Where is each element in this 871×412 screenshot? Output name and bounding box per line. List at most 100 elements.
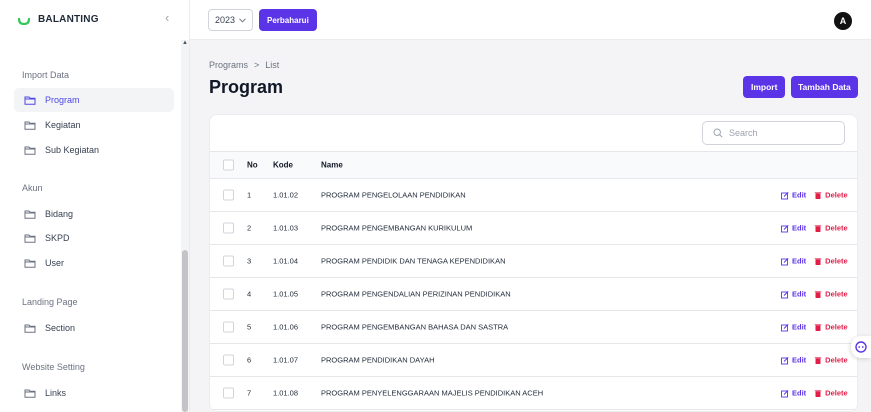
edit-icon [781, 257, 789, 265]
row-checkbox[interactable] [223, 222, 234, 234]
brand-name: BALANTING [38, 13, 99, 25]
delete-button[interactable]: Delete [814, 257, 848, 266]
delete-button[interactable]: Delete [814, 323, 848, 332]
sidebar-item-label: Links [45, 388, 67, 398]
sidebar-section-title: Import Data [22, 70, 70, 80]
page-title: Program [209, 77, 284, 97]
row-actions: Edit Delete [781, 356, 848, 365]
folder-icon [24, 210, 36, 219]
row-checkbox[interactable] [223, 387, 234, 399]
row-kode: 1.01.07 [273, 355, 299, 365]
row-name: PROGRAM PENDIDIK DAN TENAGA KEPENDIDIKAN [321, 256, 506, 266]
row-name: PROGRAM PENGEMBANGAN KURIKULUM [321, 223, 473, 233]
row-kode: 1.01.02 [273, 190, 299, 200]
sidebar-item-links[interactable]: Links [14, 381, 174, 405]
sidebar-item-sub-kegiatan[interactable]: Sub Kegiatan [14, 138, 174, 162]
edit-icon [781, 224, 789, 232]
delete-button[interactable]: Delete [814, 389, 848, 398]
breadcrumb-root[interactable]: Programs [209, 60, 248, 70]
delete-button[interactable]: Delete [814, 356, 848, 365]
column-header-name[interactable]: Name [321, 161, 343, 170]
table-card: Search No Kode Name 1 1.01.02 PROGRAM PE… [209, 114, 858, 412]
row-actions: Edit Delete [781, 290, 848, 299]
row-checkbox[interactable] [223, 288, 234, 300]
edit-icon [781, 323, 789, 331]
delete-label: Delete [825, 388, 848, 398]
sidebar-item-label: Bidang [45, 209, 74, 219]
table-row: 2 1.01.03 PROGRAM PENGEMBANGAN KURIKULUM… [210, 212, 857, 245]
trash-icon [814, 356, 822, 364]
sidebar-item-kegiatan[interactable]: Kegiatan [14, 113, 174, 137]
delete-button[interactable]: Delete [814, 290, 848, 299]
sidebar-item-program[interactable]: Program [14, 88, 174, 112]
select-all-checkbox[interactable] [223, 159, 234, 171]
delete-label: Delete [825, 190, 848, 200]
avatar[interactable]: A [834, 12, 852, 30]
row-actions: Edit Delete [781, 224, 848, 233]
brand[interactable]: BALANTING [18, 5, 99, 33]
trash-icon [814, 389, 822, 397]
sidebar-item-bidang[interactable]: Bidang [14, 202, 174, 226]
import-button[interactable]: Import [743, 76, 786, 98]
row-actions: Edit Delete [781, 323, 848, 332]
year-select[interactable]: 2023 [208, 9, 253, 31]
row-name: PROGRAM PENGENDALIAN PERIZINAN PENDIDIKA… [321, 289, 511, 299]
row-name: PROGRAM PENGELOLAAN PENDIDIKAN [321, 190, 466, 200]
edit-button[interactable]: Edit [781, 224, 806, 233]
row-name: PROGRAM PENYELENGGARAAN MAJELIS PENDIDIK… [321, 388, 544, 398]
folder-icon [24, 324, 36, 333]
add-data-button[interactable]: Tambah Data [791, 76, 858, 98]
collapse-sidebar-icon[interactable]: ‹ [165, 11, 169, 24]
row-no: 6 [247, 355, 252, 365]
row-checkbox[interactable] [223, 354, 234, 366]
sidebar: BALANTING ‹ Import Data Program Kegiatan… [0, 0, 190, 412]
row-checkbox[interactable] [223, 321, 234, 333]
edit-button[interactable]: Edit [781, 323, 806, 332]
sidebar-scrollbar-thumb[interactable] [182, 250, 188, 412]
column-header-no[interactable]: No [247, 161, 258, 170]
row-actions: Edit Delete [781, 389, 848, 398]
folder-icon [24, 389, 36, 398]
row-kode: 1.01.05 [273, 289, 299, 299]
row-kode: 1.01.06 [273, 322, 299, 332]
sidebar-item-label: Sub Kegiatan [45, 145, 100, 155]
sidebar-item-section[interactable]: Section [14, 316, 174, 340]
chevron-down-icon [239, 17, 246, 23]
scroll-up-icon[interactable]: ▲ [182, 40, 188, 46]
delete-label: Delete [825, 256, 848, 266]
row-actions: Edit Delete [781, 257, 848, 266]
folder-icon [24, 259, 36, 268]
sidebar-item-skpd[interactable]: SKPD [14, 226, 174, 250]
edit-button[interactable]: Edit [781, 191, 806, 200]
edit-label: Edit [792, 190, 807, 200]
delete-button[interactable]: Delete [814, 191, 848, 200]
row-name: PROGRAM PENGEMBANGAN BAHASA DAN SASTRA [321, 322, 509, 332]
chat-widget-button[interactable] [851, 336, 871, 358]
edit-button[interactable]: Edit [781, 290, 806, 299]
row-no: 5 [247, 322, 252, 332]
refresh-button[interactable]: Perbaharui [259, 9, 317, 31]
table-header-row: No Kode Name [210, 151, 857, 179]
sidebar-item-label: Section [45, 323, 76, 333]
edit-button[interactable]: Edit [781, 257, 806, 266]
delete-button[interactable]: Delete [814, 224, 848, 233]
edit-button[interactable]: Edit [781, 356, 806, 365]
delete-label: Delete [825, 355, 848, 365]
edit-button[interactable]: Edit [781, 389, 806, 398]
breadcrumb-separator: > [254, 60, 260, 70]
row-no: 7 [247, 388, 252, 398]
column-header-kode[interactable]: Kode [273, 161, 293, 170]
row-checkbox[interactable] [223, 255, 234, 267]
row-actions: Edit Delete [781, 191, 848, 200]
row-name: PROGRAM PENDIDIKAN DAYAH [321, 355, 435, 365]
trash-icon [814, 290, 822, 298]
sidebar-item-user[interactable]: User [14, 251, 174, 275]
edit-icon [781, 389, 789, 397]
edit-label: Edit [792, 256, 807, 266]
table-row: 3 1.01.04 PROGRAM PENDIDIK DAN TENAGA KE… [210, 245, 857, 278]
row-checkbox[interactable] [223, 189, 234, 201]
sidebar-section-title: Website Setting [22, 362, 85, 372]
edit-label: Edit [792, 289, 807, 299]
delete-label: Delete [825, 223, 848, 233]
search-input[interactable]: Search [702, 121, 845, 145]
